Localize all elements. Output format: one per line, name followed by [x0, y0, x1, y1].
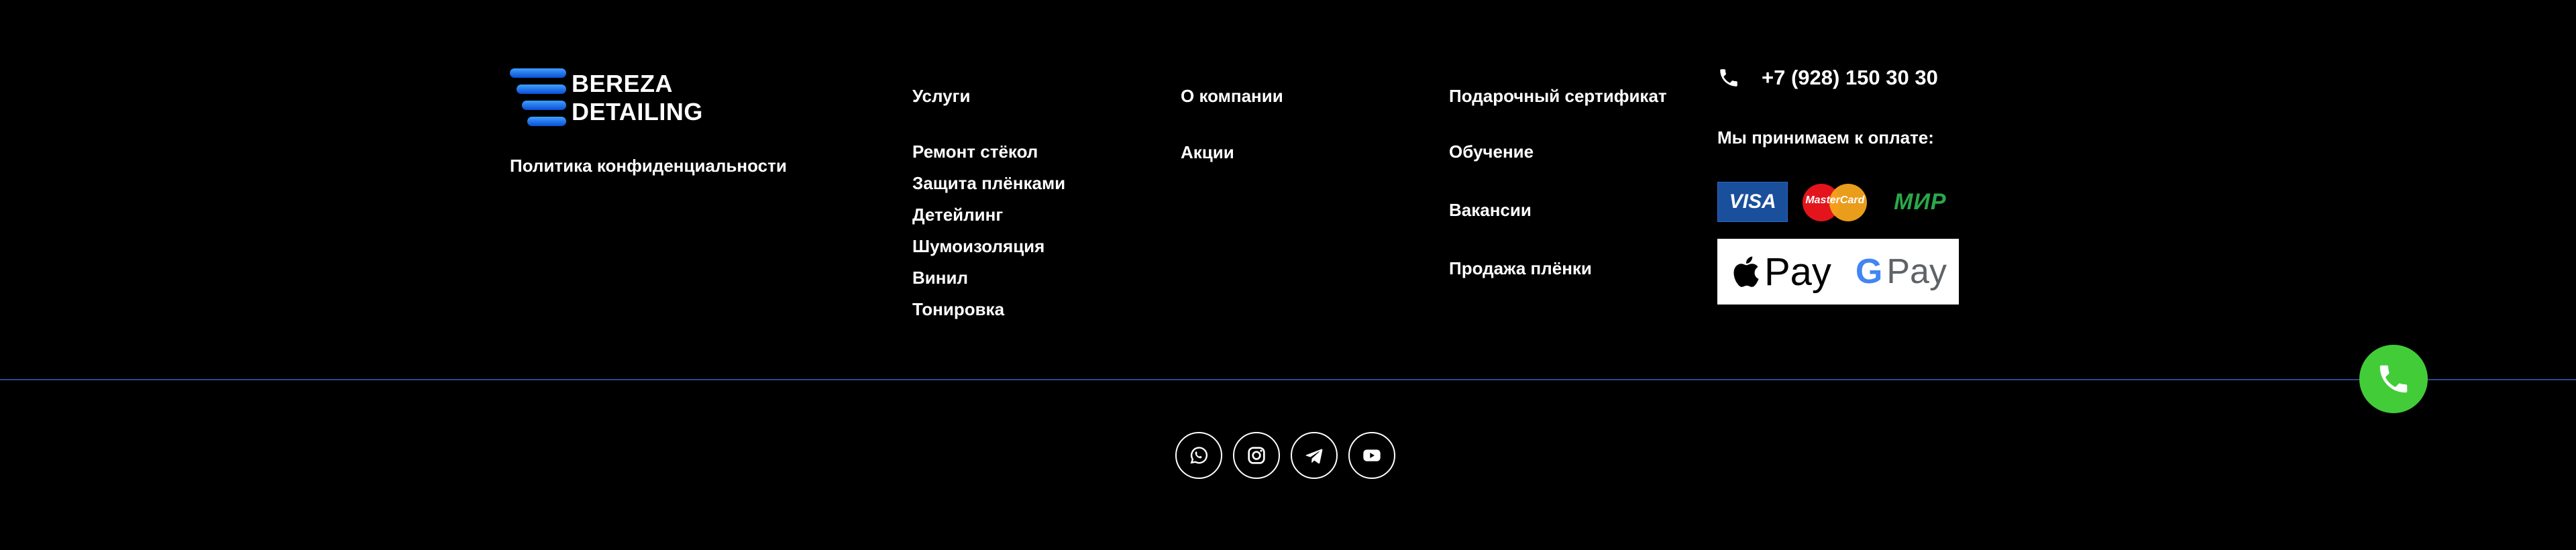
services-item[interactable]: Винил — [912, 268, 1065, 288]
youtube-link[interactable] — [1348, 432, 1395, 479]
phone-link[interactable]: +7 (928) 150 30 30 — [1717, 66, 1938, 90]
apple-pay-logo: Pay — [1729, 250, 1831, 294]
visa-logo: VISA — [1717, 182, 1788, 222]
phone-icon — [1720, 69, 1737, 87]
services-heading-link[interactable]: Услуги — [912, 86, 970, 107]
logo-line-2: DETAILING — [572, 98, 703, 125]
logo-text: BEREZA DETAILING — [572, 70, 703, 126]
about-heading-link[interactable]: О компании — [1181, 86, 1283, 107]
payment-cards: VISA MasterCard МИР — [1717, 181, 1959, 223]
phone-icon — [2379, 365, 2408, 393]
services-item[interactable]: Защита плёнками — [912, 174, 1065, 193]
logo-mark-icon — [510, 68, 566, 126]
logo-line-1: BEREZA — [572, 70, 674, 97]
mastercard-text: MasterCard — [1805, 195, 1865, 206]
gift-certificate-link[interactable]: Подарочный сертификат — [1449, 86, 1667, 107]
footer-divider — [0, 379, 2576, 380]
youtube-icon — [1363, 449, 1381, 461]
social-links — [1175, 432, 1395, 479]
phone-number: +7 (928) 150 30 30 — [1762, 66, 1938, 89]
whatsapp-link[interactable] — [1175, 432, 1222, 479]
apple-pay-text: Pay — [1764, 250, 1831, 294]
mir-logo: МИР — [1882, 182, 1959, 221]
instagram-link[interactable] — [1233, 432, 1280, 479]
instagram-icon — [1248, 447, 1265, 464]
google-g-icon: G — [1855, 252, 1883, 291]
services-item[interactable]: Ремонт стёкол — [912, 142, 1065, 162]
privacy-policy-link[interactable]: Политика конфиденциальности — [510, 156, 787, 176]
telegram-icon — [1305, 449, 1323, 464]
google-pay-text: Pay — [1886, 252, 1947, 291]
apple-icon — [1733, 256, 1759, 287]
training-link[interactable]: Обучение — [1449, 142, 1592, 162]
telegram-link[interactable] — [1291, 432, 1338, 479]
call-button[interactable] — [2359, 345, 2428, 413]
whatsapp-icon — [1190, 447, 1208, 464]
services-item[interactable]: Тонировка — [912, 300, 1065, 319]
services-item[interactable]: Детейлинг — [912, 205, 1065, 225]
wallet-pay-box: Pay G Pay — [1717, 239, 1959, 305]
promotions-link[interactable]: Акции — [1181, 142, 1234, 163]
brand-logo[interactable]: BEREZA DETAILING — [510, 67, 711, 129]
gift-column-list: Обучение Вакансии Продажа плёнки — [1449, 142, 1592, 278]
services-list: Ремонт стёкол Защита плёнками Детейлинг … — [912, 142, 1065, 319]
payment-title: Мы принимаем к оплате: — [1717, 127, 1934, 148]
google-pay-logo: G Pay — [1856, 252, 1947, 292]
mastercard-logo: MasterCard — [1803, 182, 1868, 221]
film-sale-link[interactable]: Продажа плёнки — [1449, 259, 1592, 278]
mir-text: МИР — [1894, 188, 1947, 215]
services-item[interactable]: Шумоизоляция — [912, 237, 1065, 256]
vacancies-link[interactable]: Вакансии — [1449, 201, 1592, 220]
